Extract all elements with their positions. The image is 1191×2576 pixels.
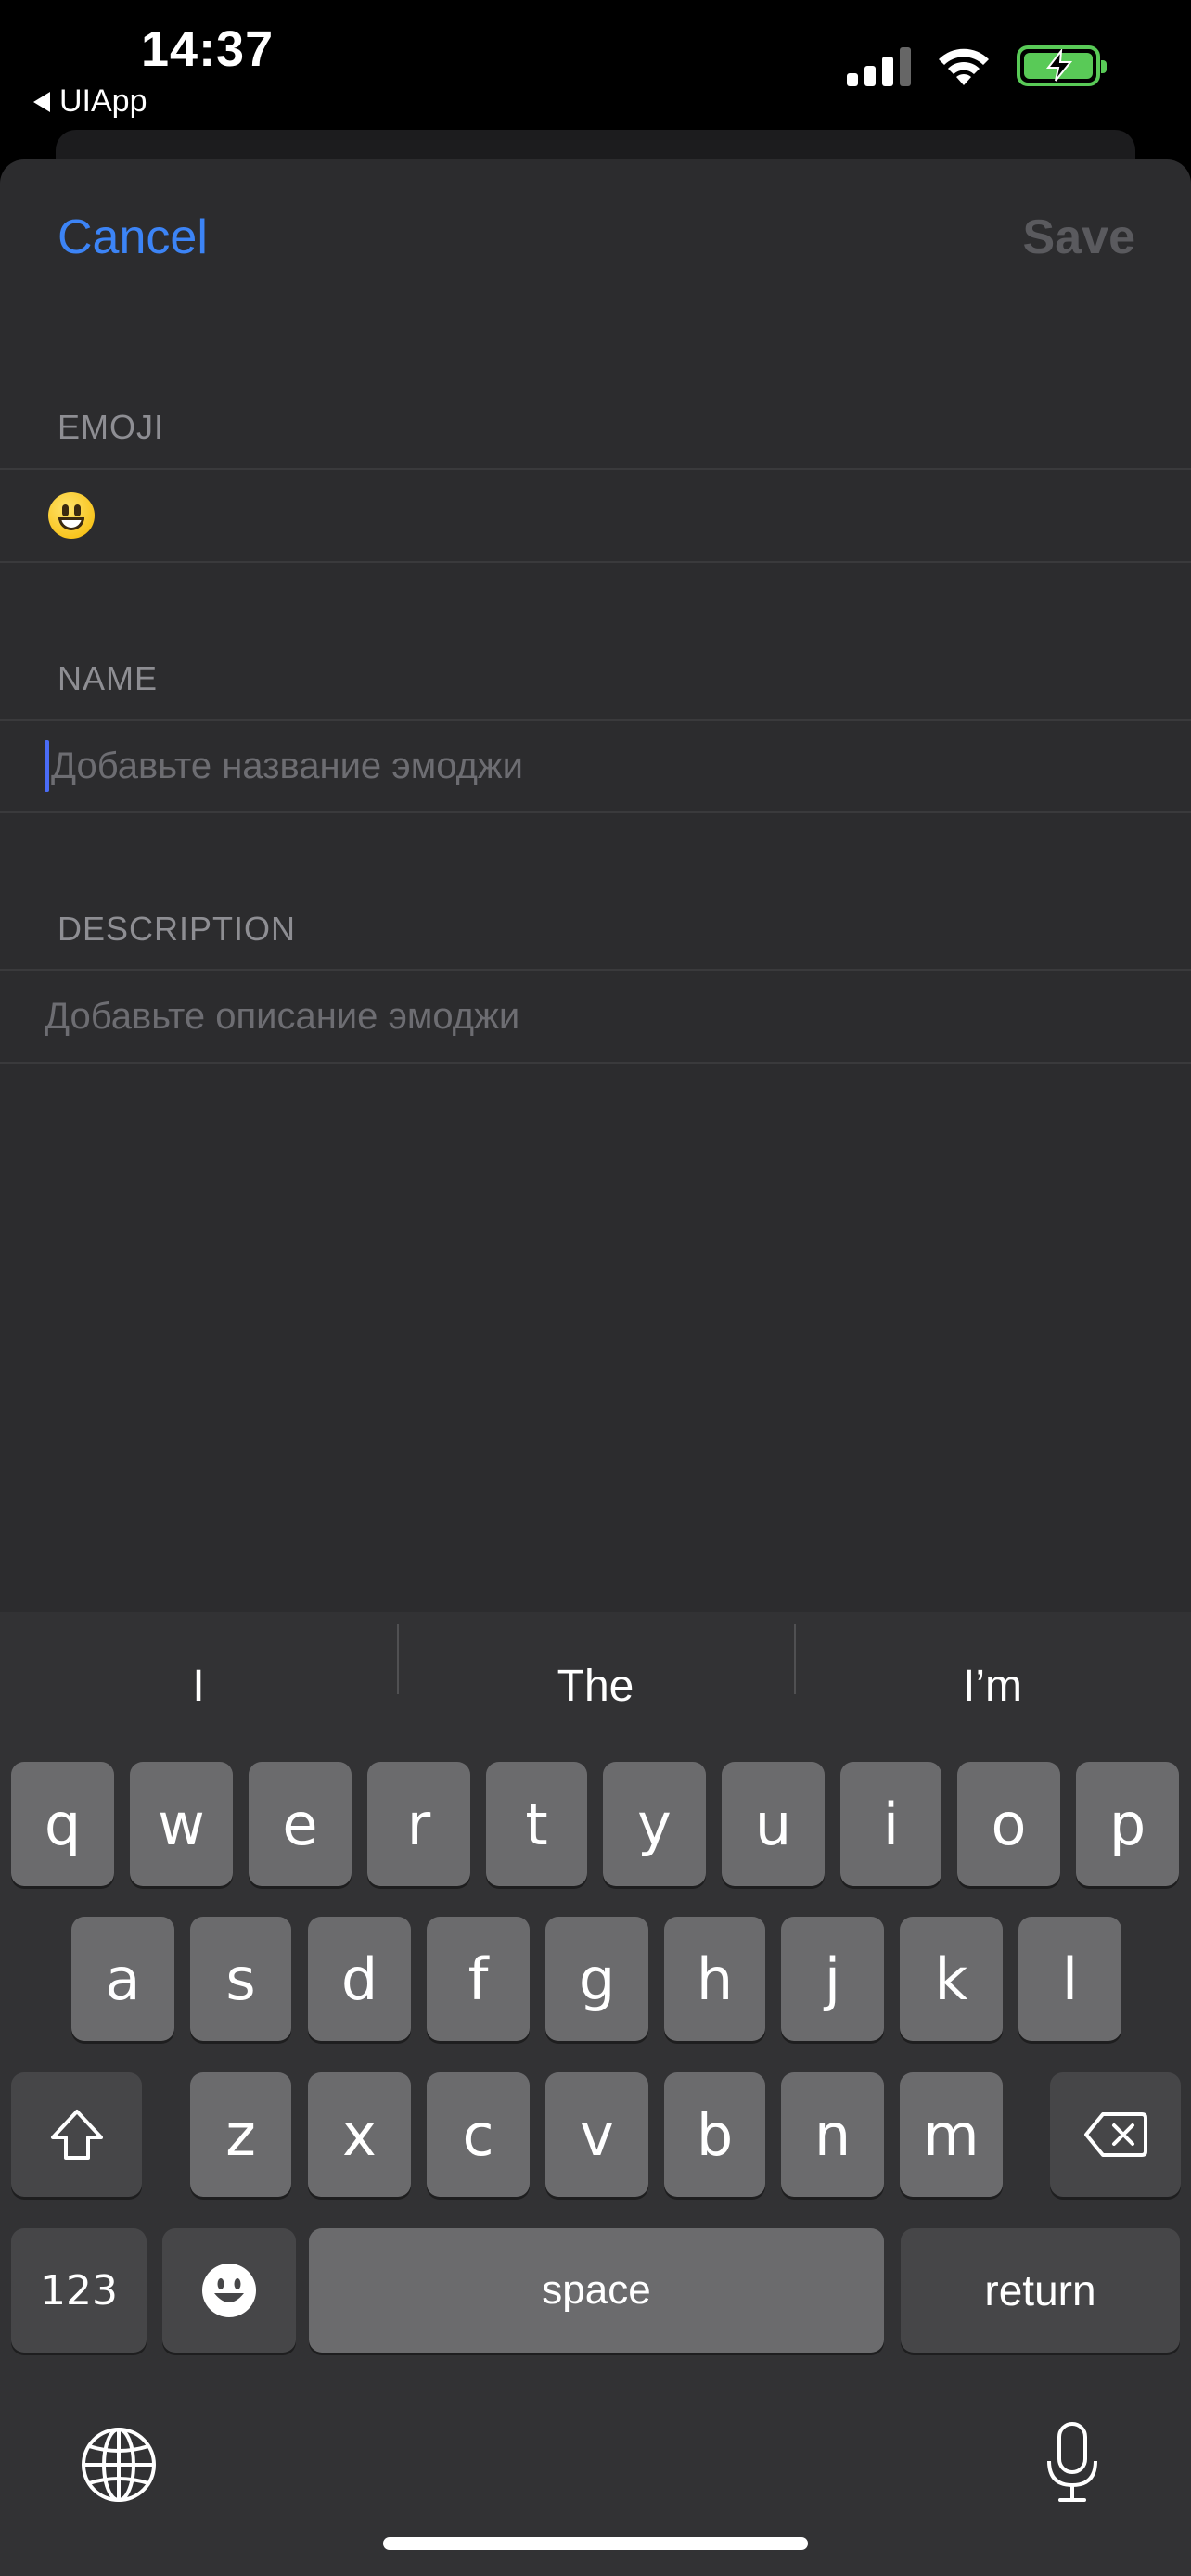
key-q[interactable]: q — [11, 1762, 114, 1886]
key-w[interactable]: w — [130, 1762, 233, 1886]
home-indicator[interactable] — [383, 2537, 808, 2550]
text-cursor — [45, 740, 49, 792]
wifi-icon — [939, 48, 989, 85]
name-placeholder: Добавьте название эмоджи — [51, 745, 524, 786]
numbers-key[interactable]: 123 — [11, 2228, 147, 2353]
backspace-icon — [1083, 2112, 1147, 2157]
name-section-header: NAME — [58, 659, 159, 697]
key-s[interactable]: s — [190, 1917, 291, 2041]
back-app-label: UIApp — [59, 83, 147, 119]
key-o[interactable]: o — [957, 1762, 1060, 1886]
key-r[interactable]: r — [367, 1762, 470, 1886]
status-icons — [847, 45, 1107, 87]
key-h[interactable]: h — [664, 1917, 765, 2041]
suggestion-item[interactable]: I — [0, 1661, 397, 1712]
emoji-section-header: EMOJI — [58, 408, 165, 446]
key-e[interactable]: e — [249, 1762, 352, 1886]
shift-icon — [50, 2110, 103, 2160]
key-i[interactable]: i — [840, 1762, 941, 1886]
microphone-icon[interactable] — [1044, 2420, 1101, 2506]
back-to-app-link[interactable]: UIApp — [33, 83, 147, 120]
emoji-key[interactable] — [162, 2228, 296, 2353]
key-g[interactable]: g — [545, 1917, 648, 2041]
key-c[interactable]: c — [427, 2072, 530, 2197]
key-b[interactable]: b — [664, 2072, 765, 2197]
key-d[interactable]: d — [308, 1917, 411, 2041]
backspace-key[interactable] — [1050, 2072, 1181, 2197]
suggestion-bar: I The I’m — [0, 1612, 1191, 1760]
key-v[interactable]: v — [545, 2072, 648, 2197]
key-z[interactable]: z — [190, 2072, 291, 2197]
key-j[interactable]: j — [781, 1917, 884, 2041]
key-n[interactable]: n — [781, 2072, 884, 2197]
key-u[interactable]: u — [722, 1762, 825, 1886]
return-key[interactable]: return — [901, 2228, 1180, 2353]
key-t[interactable]: t — [486, 1762, 587, 1886]
key-a[interactable]: a — [71, 1917, 174, 2041]
cancel-button[interactable]: Cancel — [58, 210, 208, 265]
key-k[interactable]: k — [900, 1917, 1003, 2041]
shift-key[interactable] — [11, 2072, 142, 2197]
emoji-field[interactable] — [0, 468, 1191, 563]
key-m[interactable]: m — [900, 2072, 1003, 2197]
key-p[interactable]: p — [1076, 1762, 1179, 1886]
key-x[interactable]: x — [308, 2072, 411, 2197]
key-l[interactable]: l — [1018, 1917, 1121, 2041]
back-arrow-icon — [33, 91, 50, 112]
key-y[interactable]: y — [603, 1762, 706, 1886]
key-f[interactable]: f — [427, 1917, 530, 2041]
save-button[interactable]: Save — [1023, 210, 1135, 265]
space-key[interactable]: space — [309, 2228, 884, 2353]
smiley-emoji-icon — [48, 492, 95, 539]
cellular-signal-icon — [847, 45, 911, 86]
name-input[interactable]: Добавьте название эмоджи — [0, 719, 1191, 813]
description-section-header: DESCRIPTION — [58, 910, 297, 948]
suggestion-item[interactable]: I’m — [794, 1623, 1191, 1712]
description-input[interactable]: Добавьте описание эмоджи — [0, 969, 1191, 1064]
globe-icon[interactable] — [80, 2426, 158, 2504]
emoji-icon — [202, 2264, 256, 2317]
battery-charging-icon — [1017, 45, 1107, 86]
description-placeholder: Добавьте описание эмоджи — [45, 995, 520, 1037]
suggestion-item[interactable]: The — [397, 1623, 794, 1712]
status-time: 14:37 — [141, 21, 275, 77]
